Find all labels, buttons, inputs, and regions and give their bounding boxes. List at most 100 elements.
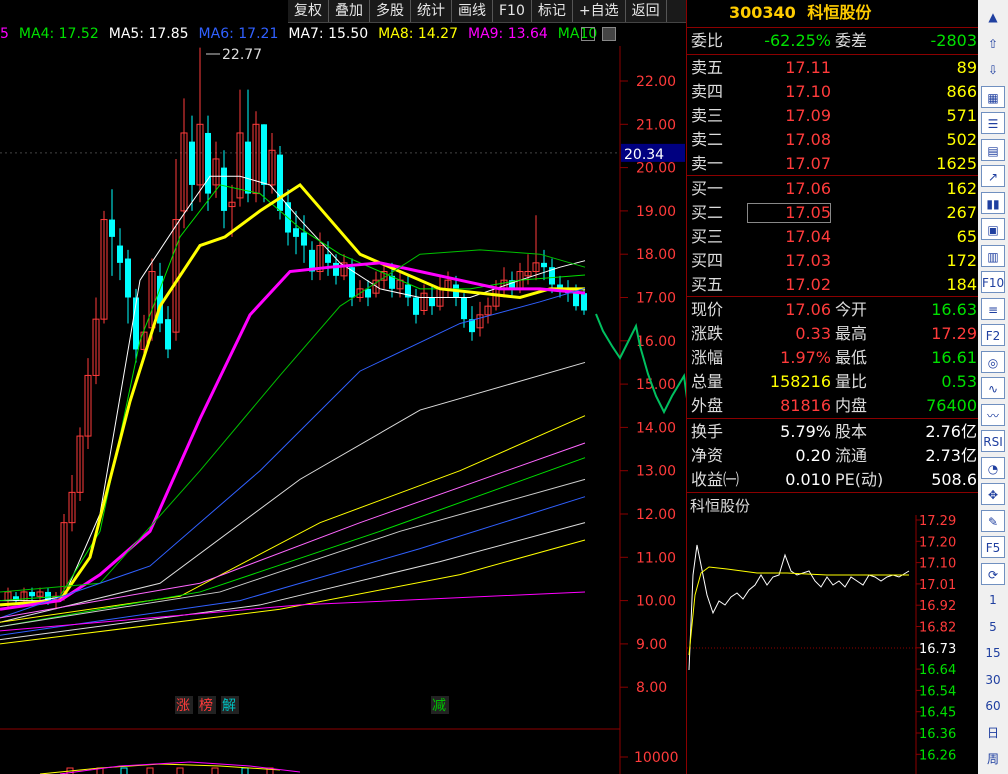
- period-30-icon[interactable]: 30: [981, 669, 1005, 691]
- mini-tick-label: 16.82: [919, 621, 956, 636]
- arrow-down-icon[interactable]: ⇩: [981, 59, 1005, 81]
- stat-label: 涨跌: [691, 324, 724, 343]
- stat-label: 收益㈠: [691, 470, 740, 489]
- quote-panel: 300340 科恒股份 委比 -62.25% 委差 -2803 卖五 17.11 8…: [686, 0, 979, 774]
- candle-body-down: [189, 141, 195, 185]
- price-tick-label: 16.00: [636, 334, 676, 350]
- pencil-icon[interactable]: ✎: [981, 509, 1005, 532]
- intraday-chart[interactable]: 17.29 17.20 17.10 17.01 16.92 16.82 16.73 16.64…: [687, 515, 979, 774]
- stat-value: 0.33: [795, 324, 831, 343]
- toolbar-button-6[interactable]: 标记: [532, 0, 573, 22]
- f5-icon[interactable]: F5: [981, 536, 1005, 558]
- candle-body-down: [221, 167, 227, 211]
- kline-chart[interactable]: 22.00 21.00 20.00 19.00 18.00 17.00 16.00 15.00…: [0, 46, 686, 774]
- ask-label: 卖一: [691, 154, 724, 173]
- report-icon[interactable]: ▥: [981, 244, 1005, 267]
- bid-cursor-box: [747, 203, 831, 223]
- pie-icon[interactable]: ◔: [981, 456, 1005, 479]
- toolbar-button-1[interactable]: 叠加: [329, 0, 370, 22]
- ask-volume: 502: [946, 130, 977, 149]
- arrow-up-icon[interactable]: ⇧: [981, 33, 1005, 55]
- list-icon[interactable]: ☰: [981, 112, 1005, 134]
- line-chart-icon[interactable]: ↗: [981, 165, 1005, 187]
- scroll-up-icon[interactable]: ▲: [981, 6, 1005, 28]
- price-tick-label: 14.00: [636, 420, 676, 436]
- ma-long-white-line: [0, 478, 586, 628]
- toolbar-button-2[interactable]: 多股: [370, 0, 411, 22]
- ask-label: 卖三: [691, 106, 724, 125]
- period-week-icon[interactable]: 周: [981, 748, 1005, 770]
- f2-icon[interactable]: F2: [981, 324, 1005, 346]
- price-tick-label: 22.00: [636, 74, 676, 90]
- macd-icon[interactable]: 〰: [981, 403, 1005, 426]
- legend-toggle-icon[interactable]: [581, 27, 595, 41]
- rsi-icon[interactable]: RSI: [981, 430, 1005, 452]
- mini-tick-label: 17.01: [919, 578, 956, 593]
- event-marker: 减: [432, 698, 446, 714]
- ma-legend-item: MA7: 15.50: [288, 26, 369, 42]
- toolbar-button-3[interactable]: 统计: [411, 0, 452, 22]
- toolbar-button-4[interactable]: 画线: [452, 0, 493, 22]
- mini-chart-title: 科恒股份: [690, 497, 751, 515]
- candle-body-down: [365, 288, 371, 298]
- ask-price: 17.11: [785, 58, 831, 77]
- stat-row: 换手 5.79% 股本 2.76亿: [687, 420, 979, 444]
- period-60-icon[interactable]: 60: [981, 695, 1005, 717]
- stat-row: 净资 0.20 流通 2.73亿: [687, 444, 979, 468]
- menu-icon[interactable]: ≡: [981, 297, 1005, 320]
- bid-volume: 162: [946, 179, 977, 198]
- candle-body-down: [581, 293, 587, 311]
- refresh-icon[interactable]: ⟳: [981, 562, 1005, 585]
- candle-body-down: [117, 245, 123, 263]
- weibi-row: 委比 -62.25% 委差 -2803: [687, 29, 979, 53]
- target-icon[interactable]: ◎: [981, 350, 1005, 373]
- wave-icon[interactable]: ∿: [981, 377, 1005, 399]
- candle-body-down: [125, 258, 131, 298]
- candle-body-down: [29, 591, 35, 597]
- bid-label: 买一: [691, 179, 724, 198]
- stock-name: 科恒股份: [807, 3, 872, 22]
- stat-row: 涨幅 1.97% 最低 16.61: [687, 346, 979, 370]
- stat-row: 外盘 81816 内盘 76400: [687, 394, 979, 418]
- ask-row: 卖三 17.09 571: [687, 104, 979, 128]
- ma-legend-item: MA8: 14.27: [378, 26, 458, 42]
- table-icon[interactable]: ▤: [981, 138, 1005, 161]
- stat-value: 17.06: [785, 300, 831, 319]
- move-icon[interactable]: ✥: [981, 483, 1005, 505]
- bid-row: 买四 17.03 172: [687, 249, 979, 273]
- stat-label: 今开: [835, 300, 868, 319]
- volume-bar: [211, 767, 219, 774]
- toolbar-button-7[interactable]: +自选: [573, 0, 626, 22]
- bid-price: 17.02: [785, 275, 831, 294]
- chart-toolbar: 复权 叠加 多股 统计 画线 F10 标记 +自选 返回: [288, 0, 686, 23]
- period-day-icon[interactable]: 日: [981, 722, 1005, 744]
- stat-value: 1.97%: [780, 348, 831, 367]
- weibi-label: 委比: [691, 31, 724, 50]
- toolbar-button-0[interactable]: 复权: [288, 0, 329, 22]
- price-tick-label: 13.00: [636, 464, 676, 480]
- mini-tick-label: 16.64: [919, 663, 956, 678]
- candle-body-down: [461, 297, 467, 320]
- bid-label: 买五: [691, 275, 724, 294]
- period-5-icon[interactable]: 5: [981, 616, 1005, 638]
- grid-icon[interactable]: ▦: [981, 85, 1005, 108]
- toolbar-button-8[interactable]: 返回: [626, 0, 667, 22]
- price-tick-label: 12.00: [636, 507, 676, 523]
- legend-lock-icon[interactable]: [602, 27, 616, 41]
- window-icon[interactable]: ▣: [981, 218, 1005, 240]
- stat-label: 总量: [691, 372, 724, 391]
- f10-icon[interactable]: F10: [981, 271, 1005, 293]
- bid-label: 买二: [691, 203, 724, 222]
- bid-volume: 184: [946, 275, 977, 294]
- candle-icon[interactable]: ▮▮: [981, 191, 1005, 214]
- toolbar-button-5[interactable]: F10: [493, 0, 532, 22]
- ma-legend-item: MA5: 17.85: [108, 26, 189, 42]
- stat-label: 量比: [835, 372, 868, 391]
- volume-bar: [120, 767, 128, 774]
- stat-label: 涨幅: [691, 348, 724, 367]
- period-15-icon[interactable]: 15: [981, 642, 1005, 664]
- ma-legend: 5 MA4: 17.52 MA5: 17.85 MA6: 17.21 MA7: 15.5…: [0, 22, 620, 46]
- period-1-icon[interactable]: 1: [981, 589, 1005, 611]
- mini-tick-label: 17.20: [919, 535, 956, 550]
- ask-row: 卖四 17.10 866: [687, 80, 979, 104]
